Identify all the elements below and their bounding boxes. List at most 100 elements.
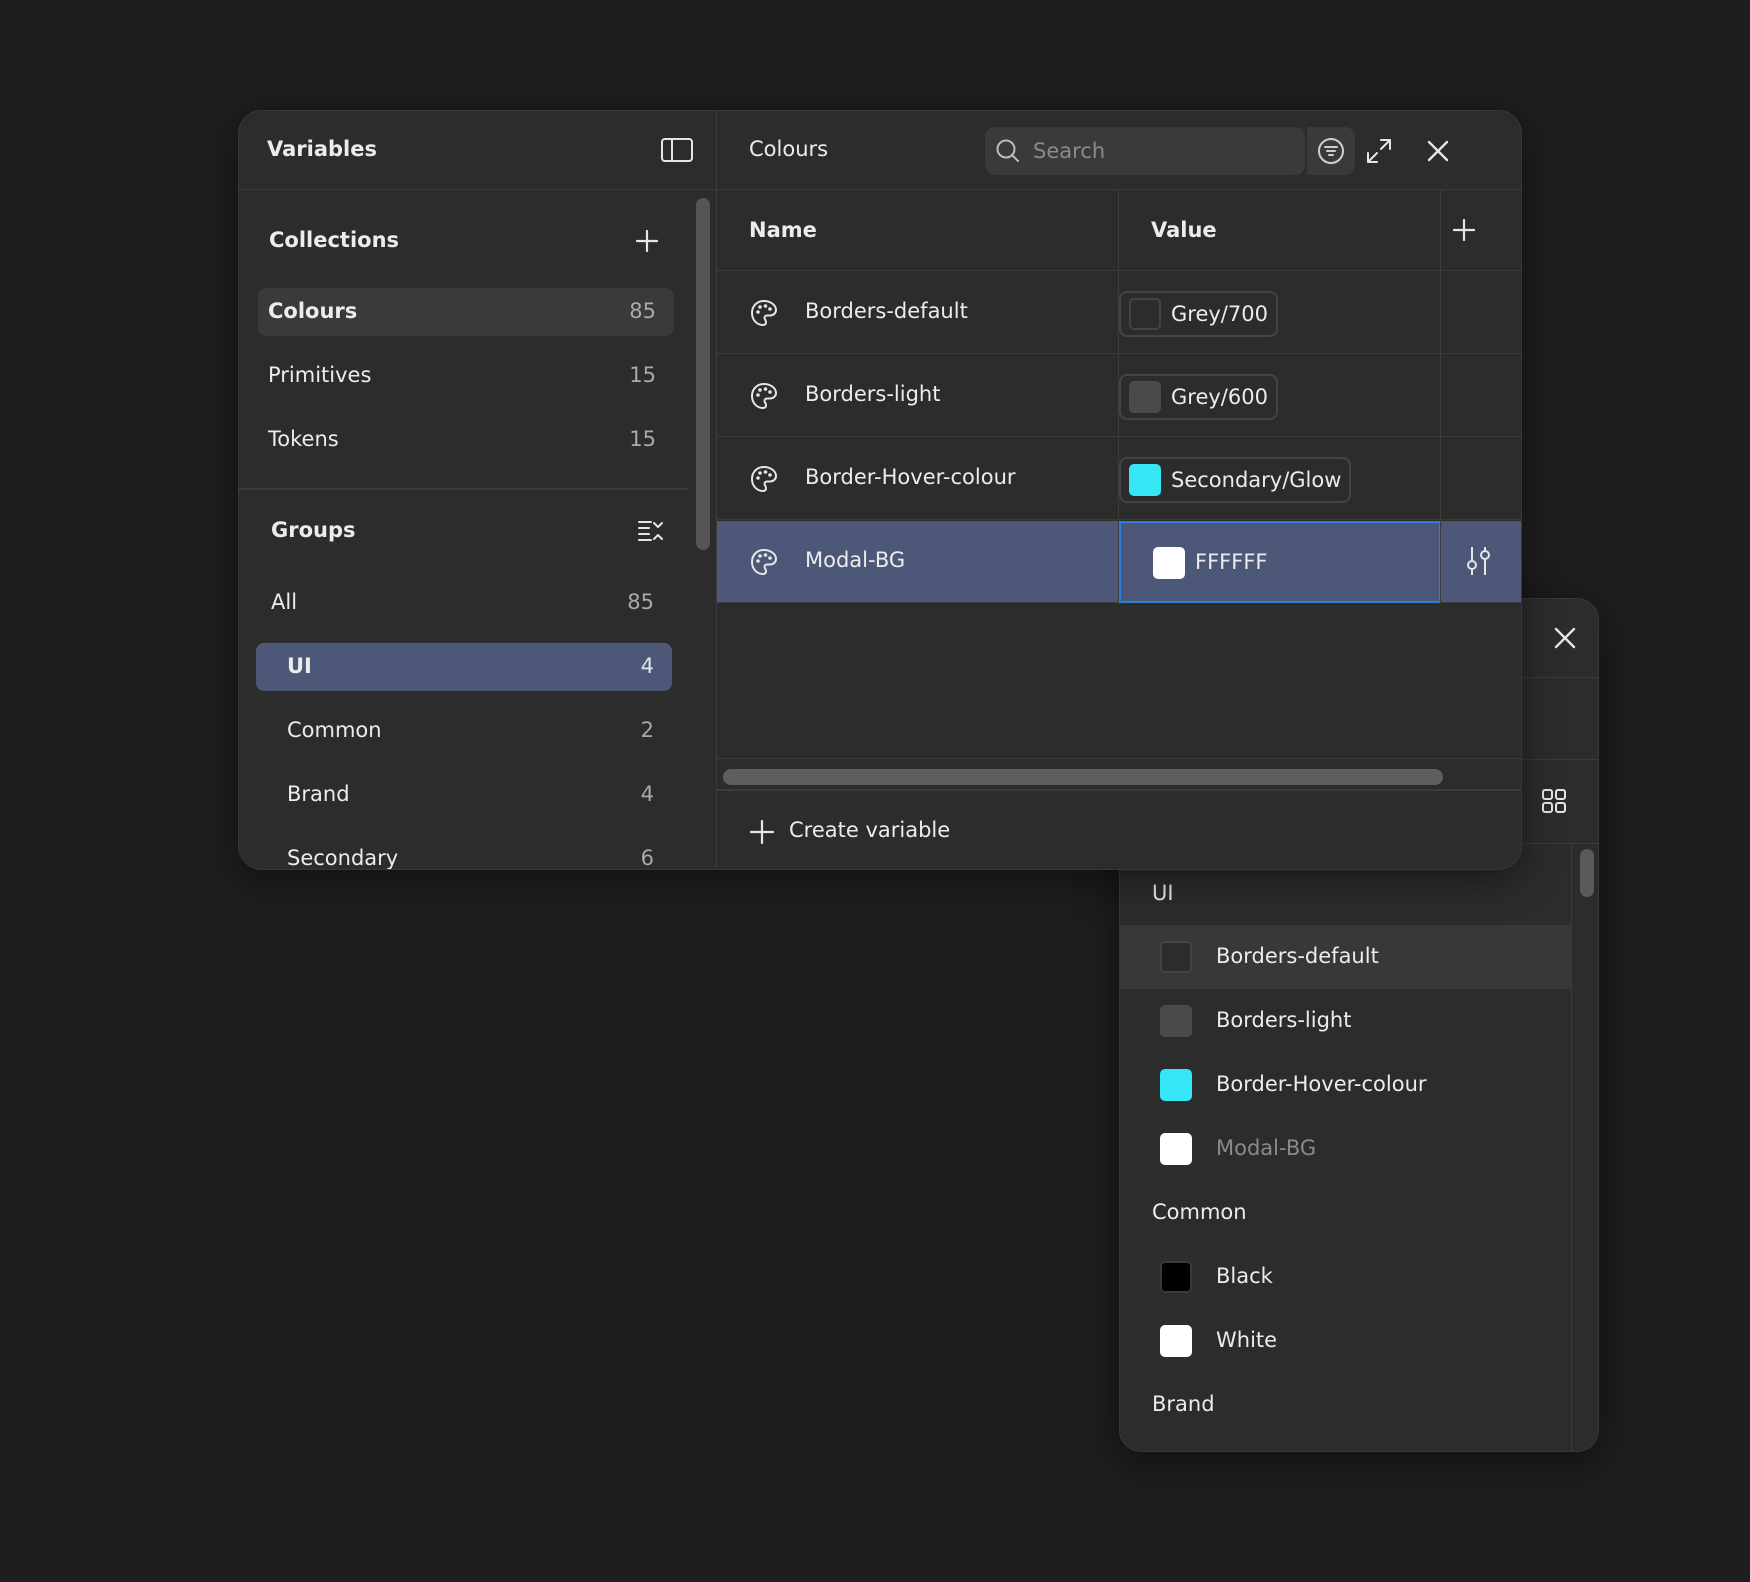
variable-name: Border-Hover-colour <box>805 465 1016 489</box>
popover-divider <box>1518 677 1598 678</box>
column-divider <box>1440 190 1441 604</box>
variable-name: Borders-default <box>805 299 968 323</box>
value-label: FFFFFF <box>1195 550 1268 574</box>
table-row[interactable]: Borders-default Grey/700 <box>717 272 1521 354</box>
section-divider <box>239 488 688 490</box>
create-variable-button[interactable]: Create variable <box>717 789 1521 869</box>
collection-label: Primitives <box>268 363 372 387</box>
group-label: All <box>271 590 298 614</box>
variable-name: Modal-BG <box>805 548 906 572</box>
group-count: 4 <box>640 654 654 678</box>
color-swatch <box>1160 1261 1192 1293</box>
list-item[interactable]: Modal-BG <box>1120 1117 1571 1181</box>
color-swatch <box>1129 381 1161 413</box>
palette-icon <box>749 381 779 411</box>
group-item-common[interactable]: Common 2 <box>258 707 672 755</box>
popover-scrollbar[interactable] <box>1580 849 1594 897</box>
column-header-value: Value <box>1151 218 1217 242</box>
table-row[interactable]: Border-Hover-colour Secondary/Glow <box>717 438 1521 520</box>
group-count: 6 <box>640 846 654 870</box>
collection-count: 15 <box>629 363 656 387</box>
item-label: White <box>1216 1328 1278 1352</box>
expand-icon[interactable] <box>1365 137 1393 165</box>
sidebar-toggle-icon[interactable] <box>660 136 694 164</box>
color-swatch <box>1129 464 1161 496</box>
search-box[interactable] <box>985 127 1305 175</box>
table-row-selected[interactable]: Modal-BG FFFFFF <box>717 521 1521 603</box>
group-heading-common: Common <box>1152 1200 1247 1224</box>
group-item-all[interactable]: All 85 <box>258 579 672 627</box>
main-header: Colours <box>717 111 1521 190</box>
close-icon[interactable] <box>1423 136 1453 166</box>
value-chip[interactable]: Secondary/Glow <box>1119 457 1352 503</box>
color-swatch <box>1160 1325 1192 1357</box>
collection-count: 85 <box>629 299 656 323</box>
item-label: Borders-default <box>1216 944 1379 968</box>
color-swatch <box>1160 941 1192 973</box>
color-swatch <box>1160 1005 1192 1037</box>
plus-icon <box>749 819 775 845</box>
collection-item-colours[interactable]: Colours 85 <box>258 288 674 336</box>
list-item[interactable]: Borders-default <box>1120 925 1571 989</box>
filter-button[interactable] <box>1307 127 1355 175</box>
palette-icon <box>749 298 779 328</box>
collection-count: 15 <box>629 427 656 451</box>
column-header-name: Name <box>749 218 817 242</box>
groups-heading: Groups <box>271 518 356 542</box>
color-swatch <box>1160 1133 1192 1165</box>
adjust-icon[interactable] <box>1461 544 1495 578</box>
value-chip[interactable]: Grey/600 <box>1119 374 1278 420</box>
sidebar-scrollbar[interactable] <box>696 198 710 550</box>
collection-title: Colours <box>749 137 829 161</box>
group-heading-brand: Brand <box>1152 1392 1215 1416</box>
filter-icon <box>1318 138 1344 164</box>
list-item[interactable]: Borders-light <box>1120 989 1571 1053</box>
add-collection-icon[interactable] <box>634 228 660 254</box>
color-swatch <box>1129 298 1161 330</box>
table-header: Name Value <box>717 190 1521 271</box>
collections-heading: Collections <box>269 228 400 252</box>
value-label: Grey/600 <box>1171 385 1268 409</box>
search-input[interactable] <box>1031 135 1291 167</box>
grid-view-icon[interactable] <box>1540 787 1568 815</box>
variables-window: Variables Collections Colours 85 Primiti… <box>238 110 1522 870</box>
collapse-groups-icon[interactable] <box>636 517 664 545</box>
list-item[interactable]: Border-Hover-colour <box>1120 1053 1571 1117</box>
group-item-ui[interactable]: UI 4 <box>256 643 672 691</box>
popover-variable-list: UI Borders-default Borders-light Border-… <box>1120 843 1572 1451</box>
item-label: Borders-light <box>1216 1008 1352 1032</box>
variable-name: Borders-light <box>805 382 941 406</box>
group-count: 85 <box>627 590 654 614</box>
value-chip[interactable]: Grey/700 <box>1119 291 1278 337</box>
create-variable-label: Create variable <box>789 818 951 842</box>
popover-divider <box>1518 759 1598 760</box>
sidebar-content: Collections Colours 85 Primitives 15 Tok… <box>239 190 688 870</box>
group-label: UI <box>287 654 312 678</box>
group-label: Common <box>287 718 382 742</box>
window-title: Variables <box>267 137 377 161</box>
horizontal-scrollbar[interactable] <box>723 769 1443 785</box>
item-label: Black <box>1216 1264 1273 1288</box>
close-icon[interactable] <box>1550 623 1580 653</box>
group-item-brand[interactable]: Brand 4 <box>258 771 672 819</box>
item-label: Modal-BG <box>1216 1136 1317 1160</box>
color-swatch <box>1153 547 1185 579</box>
list-item[interactable]: Black <box>1120 1245 1571 1309</box>
color-swatch <box>1160 1069 1192 1101</box>
group-count: 2 <box>640 718 654 742</box>
group-heading-ui: UI <box>1152 881 1174 905</box>
list-item[interactable]: White <box>1120 1309 1571 1373</box>
collection-label: Tokens <box>268 427 339 451</box>
collection-item-primitives[interactable]: Primitives 15 <box>258 352 674 400</box>
group-count: 4 <box>640 782 654 806</box>
group-label: Brand <box>287 782 350 806</box>
sidebar-header: Variables <box>239 111 716 190</box>
group-item-secondary[interactable]: Secondary 6 <box>258 835 672 870</box>
collection-item-tokens[interactable]: Tokens 15 <box>258 416 674 464</box>
value-label: Grey/700 <box>1171 302 1268 326</box>
add-mode-icon[interactable] <box>1451 217 1477 243</box>
item-label: Border-Hover-colour <box>1216 1072 1427 1096</box>
value-cell-editing[interactable]: FFFFFF <box>1119 521 1441 603</box>
table-row[interactable]: Borders-light Grey/600 <box>717 355 1521 437</box>
main-panel: Colours Name Value <box>717 111 1521 869</box>
